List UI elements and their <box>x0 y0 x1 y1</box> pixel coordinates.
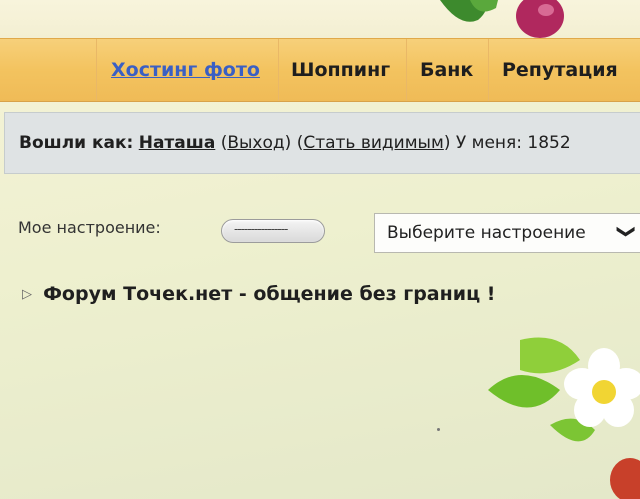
forum-title: Форум Точек.нет - общение без границ ! <box>43 283 496 305</box>
chevron-down-icon: ❯ <box>616 223 638 240</box>
username-link[interactable]: Наташа <box>139 133 216 153</box>
mood-select-value: Выберите настроение <box>387 223 586 243</box>
mood-pill-value: ---------------- <box>234 222 288 236</box>
nav-link-reputation[interactable]: Репутация <box>502 59 618 81</box>
paren-close-1: ) <box>284 133 292 153</box>
nav-link-bank[interactable]: Банк <box>420 59 473 81</box>
logout-link[interactable]: Выход <box>227 133 284 153</box>
user-stats-text: У меня: 1852 <box>455 133 571 153</box>
login-status-bar: Вошли как: Наташа (Выход) (Стать видимым… <box>4 112 640 174</box>
paren-close-2: ) <box>443 133 451 153</box>
triangle-expand-icon: ▷ <box>22 286 32 302</box>
decorative-leaf-berry-icon <box>440 0 564 38</box>
mood-label: Мое настроение: <box>18 218 161 237</box>
forum-title-row[interactable]: ▷ Форум Точек.нет - общение без границ ! <box>22 283 495 305</box>
nav-link-shopping[interactable]: Шоппинг <box>291 59 390 81</box>
decorative-dot <box>437 428 440 431</box>
logged-in-as-label: Вошли как: <box>19 133 134 153</box>
decorative-flower-icon <box>488 337 640 499</box>
mood-select-dropdown[interactable]: Выберите настроение ❯ <box>374 213 640 253</box>
login-status-line: Вошли как: Наташа (Выход) (Стать видимым… <box>19 133 571 153</box>
main-nav-bar: Хостинг фото Шоппинг Банк Репутация <box>0 38 640 102</box>
become-visible-link[interactable]: Стать видимым <box>303 133 443 153</box>
mood-indicator-pill[interactable]: ---------------- <box>221 219 325 243</box>
nav-link-photo-hosting[interactable]: Хостинг фото <box>111 59 260 81</box>
